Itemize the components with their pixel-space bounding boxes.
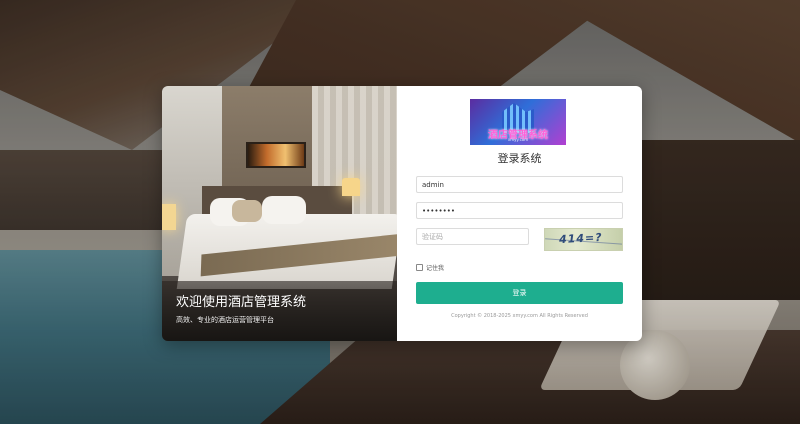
username-input[interactable]	[416, 176, 623, 193]
captcha-image[interactable]: 414=?	[544, 228, 623, 251]
copyright-text: Copyright © 2018-2025 xmyy.com All Right…	[451, 313, 588, 319]
photo-lamp	[342, 178, 360, 196]
welcome-subtitle: 高效、专业的酒店运营管理平台	[176, 316, 274, 324]
login-form: 酒店管理系统 xmyy.com 登录系统 414=? 记住我 登录 Copyri…	[397, 86, 642, 341]
hotel-room-photo: 欢迎使用酒店管理系统 高效、专业的酒店运营管理平台	[162, 86, 397, 341]
remember-me[interactable]: 记住我	[416, 263, 444, 272]
welcome-title: 欢迎使用酒店管理系统	[176, 295, 307, 310]
photo-lamp-left	[162, 204, 176, 230]
welcome-caption: 欢迎使用酒店管理系统 高效、专业的酒店运营管理平台	[176, 294, 306, 325]
login-card: 欢迎使用酒店管理系统 高效、专业的酒店运营管理平台 酒店管理系统 xmyy.co…	[162, 86, 642, 341]
hotel-logo: 酒店管理系统 xmyy.com	[470, 99, 566, 145]
photo-cushion	[232, 200, 262, 222]
form-title: 登录系统	[497, 152, 542, 165]
captcha-text: 414=?	[558, 230, 603, 247]
password-input[interactable]	[416, 202, 623, 219]
captcha-input[interactable]	[416, 228, 529, 245]
remember-checkbox[interactable]	[416, 264, 423, 271]
login-button[interactable]: 登录	[416, 282, 623, 304]
photo-pillow	[262, 196, 306, 224]
remember-label: 记住我	[426, 265, 445, 272]
logo-subtext: xmyy.com	[507, 137, 529, 142]
photo-wall-art	[246, 142, 306, 168]
